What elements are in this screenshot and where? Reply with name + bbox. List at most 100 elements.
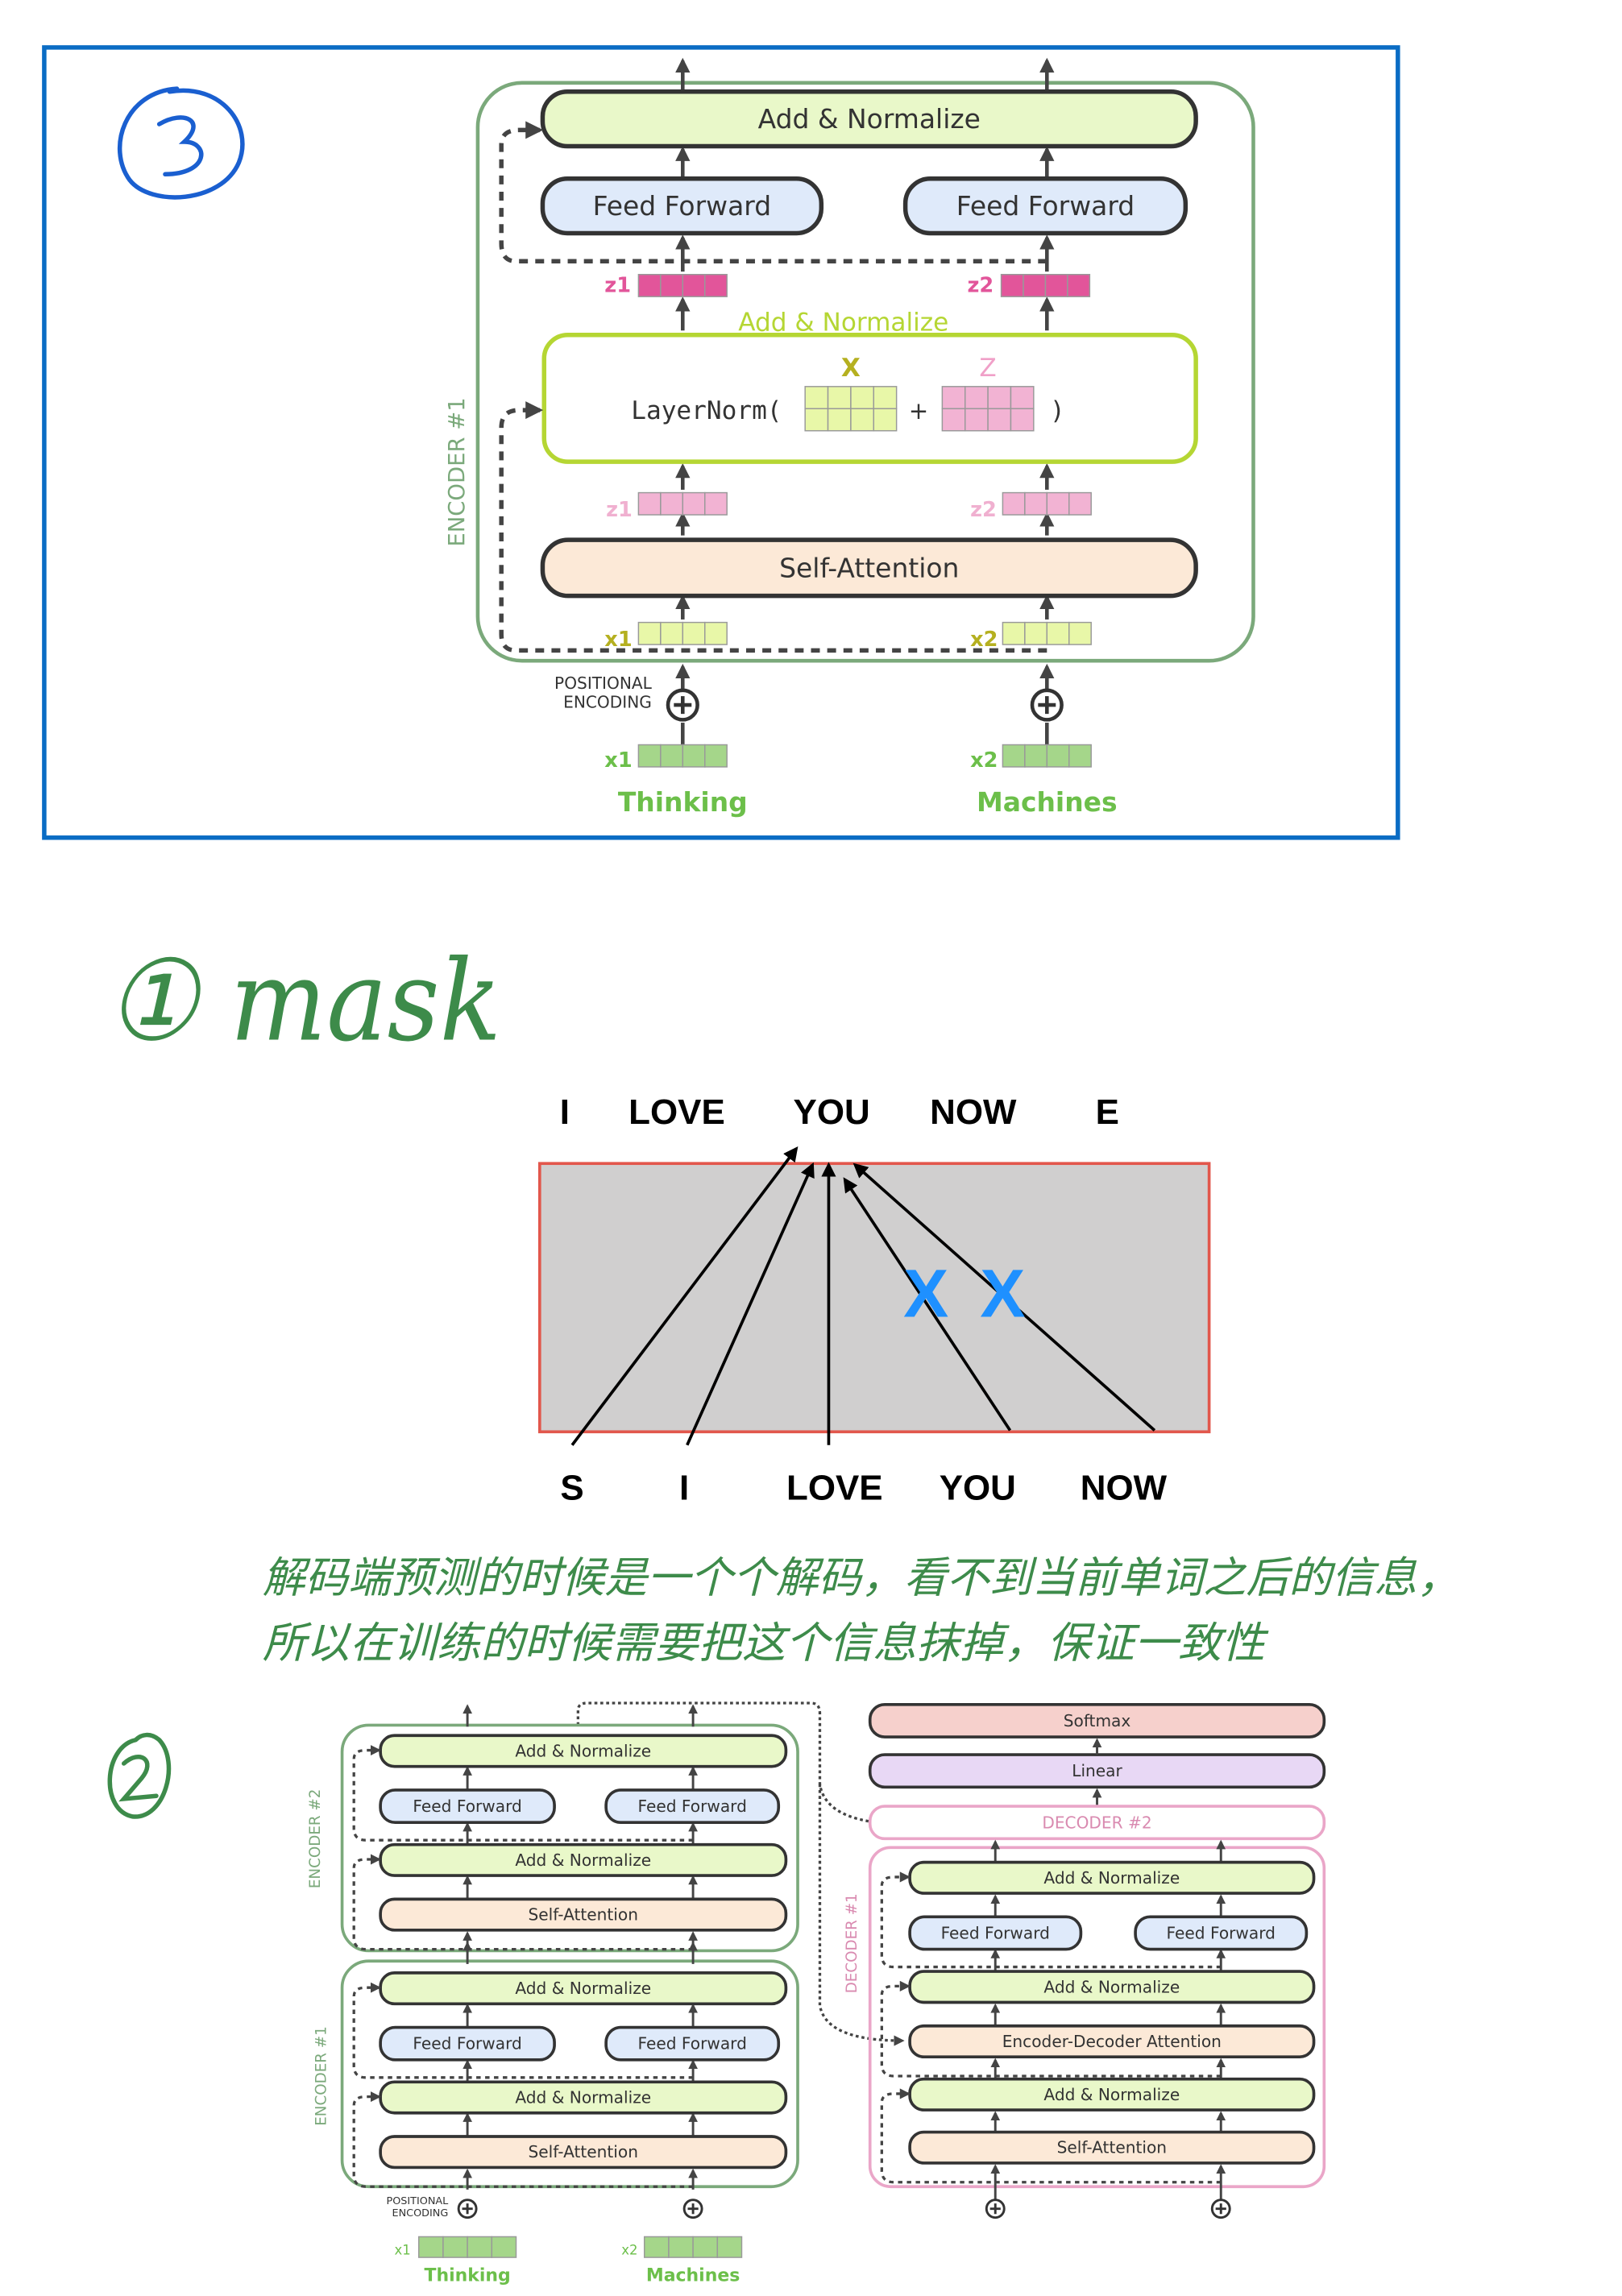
add-circle-icon	[666, 688, 699, 722]
bottom-token: LOVE	[786, 1468, 883, 1507]
z1-pink-label: z1	[606, 498, 633, 522]
x-matrix-label: X	[841, 354, 861, 383]
x1-input-label: x1	[604, 748, 632, 773]
x1-vector-cell	[682, 621, 706, 645]
decoder-add-normalize-middle-label: Add & Normalize	[1043, 1977, 1180, 1996]
word-machines: Machines	[977, 786, 1118, 818]
x1-embedding-cell	[442, 2236, 468, 2258]
encoder-1-self-attention-label: Self-Attention	[529, 2142, 638, 2161]
word-thinking: Thinking	[618, 786, 748, 818]
encoder-2-self-attention-label: Self-Attention	[529, 1905, 638, 1925]
x2-embedding-cell	[1068, 744, 1092, 768]
decoder-feed-forward-left: Feed Forward	[908, 1915, 1083, 1951]
encoder-1-add-normalize-bottom: Add & Normalize	[379, 2080, 788, 2115]
x1-vector-cell	[637, 621, 662, 645]
layernorm-close-text: )	[1050, 396, 1065, 425]
encoder-2-add-normalize-bottom-label: Add & Normalize	[515, 1850, 651, 1870]
top-token: E	[1096, 1092, 1119, 1132]
z1-vector	[637, 273, 728, 297]
feed-forward-right-block-label: Feed Forward	[956, 190, 1135, 222]
decoder-self-attention: Self-Attention	[908, 2130, 1316, 2165]
x1-embedding-cell	[637, 744, 662, 768]
z-matrix-cell	[941, 408, 966, 432]
x1-embedding-cell	[682, 744, 706, 768]
encoder-1-feed-forward-left-label: Feed Forward	[413, 2034, 521, 2054]
x2-vector-cell	[1068, 621, 1092, 645]
word-thinking: Thinking	[424, 2265, 510, 2286]
handwritten-circle-3	[117, 86, 245, 200]
x2-vector-cell	[1002, 621, 1026, 645]
x2-vector	[1002, 621, 1092, 645]
z-matrix-cell	[987, 386, 1012, 409]
z2-vector	[1000, 273, 1091, 297]
add-circle-icon	[1210, 2199, 1231, 2219]
x-matrix-cell	[850, 386, 875, 409]
linear-block-label: Linear	[1072, 1761, 1122, 1780]
encoder-decoder-attention-block-label: Encoder-Decoder Attention	[1002, 2032, 1222, 2051]
encoder-1-label: ENCODER #1	[313, 2026, 330, 2126]
encoder-1-add-normalize-top-label: Add & Normalize	[515, 1979, 651, 1998]
feed-forward-right-block: Feed Forward	[902, 176, 1188, 236]
encoder-1-self-attention: Self-Attention	[379, 2135, 788, 2170]
z2-label: z2	[967, 274, 994, 298]
z1-label: z1	[604, 274, 631, 298]
encoder-2-add-normalize-top-label: Add & Normalize	[515, 1741, 651, 1760]
x-matrix-cell	[850, 408, 875, 432]
z2-vector-cell	[1044, 273, 1068, 297]
decoder-add-normalize-top-label: Add & Normalize	[1043, 1868, 1180, 1888]
z2-vector-cell	[1067, 273, 1091, 297]
blocked-cross-icon: X	[980, 1256, 1025, 1332]
z2-vector-cell	[1023, 273, 1047, 297]
encoder-1-add-normalize-top: Add & Normalize	[379, 1971, 788, 2006]
note-line-1: 解码端预测的时候是一个个解码，看不到当前单词之后的信息，	[263, 1553, 1460, 1603]
x1-embedding-cell	[704, 744, 728, 768]
x-matrix	[804, 386, 898, 432]
add-circle-icon	[682, 2199, 703, 2219]
x2-embedding	[643, 2236, 743, 2258]
handwritten-circle-2	[107, 1732, 172, 1819]
z-matrix	[941, 386, 1035, 432]
positional-encoding-label-2: ENCODING	[392, 2207, 449, 2219]
add-circle-icon	[457, 2199, 478, 2219]
add-normalize-block: Add & Normalize	[540, 89, 1198, 149]
decoder-add-normalize-bottom: Add & Normalize	[908, 2077, 1316, 2112]
x-matrix-cell	[827, 408, 852, 432]
x2-embedding-cell	[1002, 744, 1026, 768]
x2-embedding-cell	[1024, 744, 1048, 768]
top-token: NOW	[930, 1092, 1017, 1132]
x2-embedding-cell	[692, 2236, 719, 2258]
plus-sign: +	[909, 397, 929, 425]
encoder-2-feed-forward-right: Feed Forward	[604, 1788, 781, 1825]
x2-vector-cell	[1024, 621, 1048, 645]
decoder-feed-forward-right: Feed Forward	[1134, 1915, 1309, 1951]
x1-embedding-cell	[417, 2236, 444, 2258]
feed-forward-left-block-label: Feed Forward	[593, 190, 772, 222]
blocked-cross-icon: X	[903, 1256, 948, 1332]
word-machines: Machines	[646, 2265, 740, 2286]
mask-section-title: ① mask	[106, 935, 501, 1066]
z1-vector-cell	[682, 273, 706, 297]
x2-label: x2	[970, 628, 998, 652]
z-matrix-cell	[964, 408, 989, 432]
x2-vector-cell	[1046, 621, 1070, 645]
top-token: LOVE	[628, 1092, 725, 1132]
x1-embedding-cell	[660, 744, 684, 768]
encoder-decoder-attention-block: Encoder-Decoder Attention	[908, 2024, 1316, 2059]
decoder-feed-forward-right-label: Feed Forward	[1167, 1923, 1276, 1942]
encoder-2-feed-forward-left-label: Feed Forward	[413, 1797, 521, 1816]
x-matrix-cell	[804, 386, 829, 409]
encoder-1-feed-forward-left: Feed Forward	[379, 2025, 556, 2062]
bottom-token: I	[679, 1468, 689, 1507]
softmax-block-label: Softmax	[1064, 1711, 1131, 1730]
z2-pink-vector-cell	[1046, 491, 1070, 516]
layernorm-open-text: LayerNorm(	[631, 396, 782, 425]
x1-embedding	[637, 744, 728, 768]
z1-pink-vector-cell	[637, 491, 662, 516]
x-matrix-cell	[804, 408, 829, 432]
bottom-token: S	[560, 1468, 583, 1507]
z1-pink-vector	[637, 491, 728, 516]
positional-encoding-label-2: ENCODING	[563, 693, 652, 712]
note-line-2: 所以在训练的时候需要把这个信息抹掉，保证一致性	[263, 1618, 1269, 1668]
encoder-1-feed-forward-right: Feed Forward	[604, 2025, 781, 2062]
x1-vector	[637, 621, 728, 645]
